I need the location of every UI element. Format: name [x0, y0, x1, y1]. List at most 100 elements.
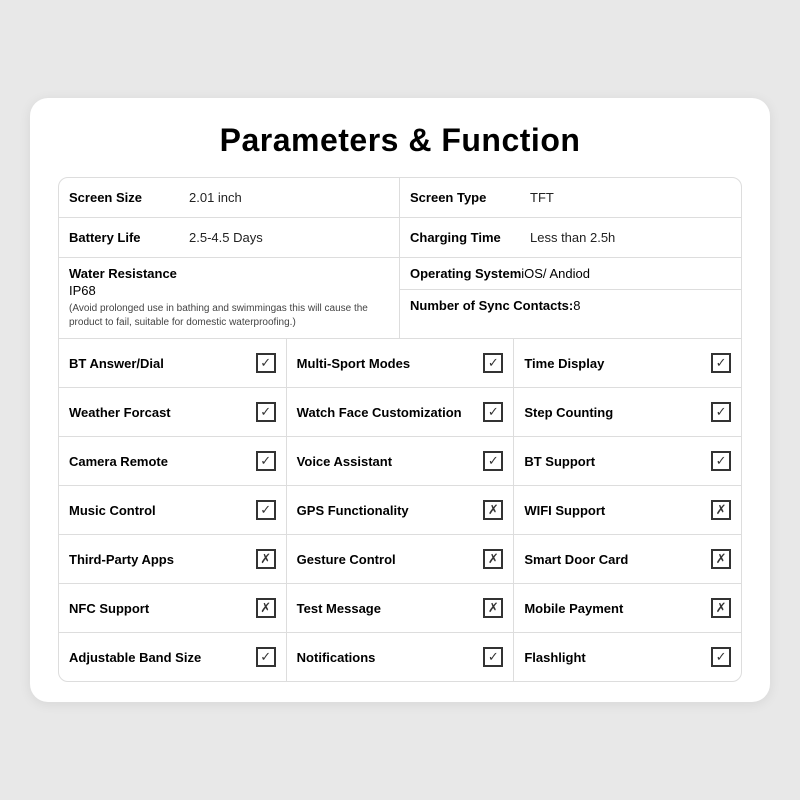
feature-name-2-0: Camera Remote: [69, 454, 250, 469]
feature-cell-2-1: Voice Assistant: [287, 437, 515, 485]
feature-name-4-1: Gesture Control: [297, 552, 478, 567]
feature-cell-6-0: Adjustable Band Size: [59, 633, 287, 681]
check-no-icon: [483, 500, 503, 520]
check-no-icon: [711, 500, 731, 520]
water-resistance-value: IP68: [69, 283, 389, 298]
screen-size-value: 2.01 inch: [179, 178, 252, 217]
feature-cell-2-0: Camera Remote: [59, 437, 287, 485]
feature-name-6-1: Notifications: [297, 650, 478, 665]
check-no-icon: [711, 598, 731, 618]
water-resistance-label: Water Resistance: [69, 266, 389, 281]
feature-name-3-0: Music Control: [69, 503, 250, 518]
feature-name-1-2: Step Counting: [524, 405, 705, 420]
screen-type-label: Screen Type: [400, 178, 520, 217]
feature-cell-0-2: Time Display: [514, 339, 741, 387]
check-yes-icon: [483, 451, 503, 471]
feature-row-0: BT Answer/Dial Multi-Sport Modes Time Disp…: [59, 339, 741, 388]
feature-name-2-1: Voice Assistant: [297, 454, 478, 469]
feature-cell-1-2: Step Counting: [514, 388, 741, 436]
check-no-icon: [711, 549, 731, 569]
check-yes-icon: [711, 402, 731, 422]
feature-cell-5-0: NFC Support: [59, 584, 287, 632]
feature-name-1-0: Weather Forcast: [69, 405, 250, 420]
params-table: Screen Size 2.01 inch Screen Type TFT Ba…: [58, 177, 742, 682]
check-yes-icon: [711, 353, 731, 373]
spec-right-1: Screen Type TFT: [400, 178, 741, 217]
feature-grid: BT Answer/Dial Multi-Sport Modes Time Disp…: [59, 339, 741, 681]
battery-life-value: 2.5-4.5 Days: [179, 218, 273, 257]
feature-cell-5-2: Mobile Payment: [514, 584, 741, 632]
battery-life-label: Battery Life: [59, 218, 179, 257]
main-card: Parameters & Function Screen Size 2.01 i…: [30, 98, 770, 702]
feature-cell-1-1: Watch Face Customization: [287, 388, 515, 436]
os-label: Operating System: [410, 266, 521, 281]
feature-name-5-2: Mobile Payment: [524, 601, 705, 616]
spec-row-1: Screen Size 2.01 inch Screen Type TFT: [59, 178, 741, 218]
feature-row-1: Weather Forcast Watch Face Customization S…: [59, 388, 741, 437]
screen-size-label: Screen Size: [59, 178, 179, 217]
feature-name-0-1: Multi-Sport Modes: [297, 356, 478, 371]
feature-cell-3-1: GPS Functionality: [287, 486, 515, 534]
spec-left-1: Screen Size 2.01 inch: [59, 178, 400, 217]
spec-row-2: Battery Life 2.5-4.5 Days Charging Time …: [59, 218, 741, 258]
spec-right-2: Charging Time Less than 2.5h: [400, 218, 741, 257]
water-resistance-cell: Water Resistance IP68 (Avoid prolonged u…: [59, 258, 400, 338]
check-yes-icon: [711, 647, 731, 667]
feature-name-4-0: Third-Party Apps: [69, 552, 250, 567]
feature-name-3-2: WIFI Support: [524, 503, 705, 518]
feature-name-5-1: Test Message: [297, 601, 478, 616]
spec-left-2: Battery Life 2.5-4.5 Days: [59, 218, 400, 257]
check-yes-icon: [256, 402, 276, 422]
check-yes-icon: [711, 451, 731, 471]
feature-cell-4-0: Third-Party Apps: [59, 535, 287, 583]
feature-name-4-2: Smart Door Card: [524, 552, 705, 567]
check-no-icon: [256, 549, 276, 569]
feature-cell-4-2: Smart Door Card: [514, 535, 741, 583]
feature-cell-6-2: Flashlight: [514, 633, 741, 681]
feature-name-0-0: BT Answer/Dial: [69, 356, 250, 371]
check-yes-icon: [483, 647, 503, 667]
check-yes-icon: [256, 647, 276, 667]
feature-cell-1-0: Weather Forcast: [59, 388, 287, 436]
check-yes-icon: [256, 451, 276, 471]
feature-name-1-1: Watch Face Customization: [297, 405, 478, 420]
feature-name-6-0: Adjustable Band Size: [69, 650, 250, 665]
feature-row-6: Adjustable Band Size Notifications Flashli…: [59, 633, 741, 681]
feature-cell-5-1: Test Message: [287, 584, 515, 632]
sync-value: 8: [573, 298, 580, 313]
check-yes-icon: [483, 402, 503, 422]
feature-name-5-0: NFC Support: [69, 601, 250, 616]
os-sync-cell: Operating System iOS/ Andiod Number of S…: [400, 258, 741, 338]
feature-cell-4-1: Gesture Control: [287, 535, 515, 583]
check-yes-icon: [256, 353, 276, 373]
spec-row-3: Water Resistance IP68 (Avoid prolonged u…: [59, 258, 741, 339]
charging-time-label: Charging Time: [400, 218, 520, 257]
water-resistance-note: (Avoid prolonged use in bathing and swim…: [69, 302, 389, 330]
feature-cell-0-0: BT Answer/Dial: [59, 339, 287, 387]
os-row: Operating System iOS/ Andiod: [400, 258, 741, 290]
feature-row-2: Camera Remote Voice Assistant BT Support: [59, 437, 741, 486]
feature-row-3: Music Control GPS Functionality WIFI Suppo…: [59, 486, 741, 535]
check-no-icon: [256, 598, 276, 618]
feature-cell-3-2: WIFI Support: [514, 486, 741, 534]
feature-row-4: Third-Party Apps Gesture Control Smart Doo…: [59, 535, 741, 584]
feature-name-6-2: Flashlight: [524, 650, 705, 665]
check-yes-icon: [256, 500, 276, 520]
feature-row-5: NFC Support Test Message Mobile Payment: [59, 584, 741, 633]
charging-time-value: Less than 2.5h: [520, 218, 625, 257]
feature-cell-6-1: Notifications: [287, 633, 515, 681]
feature-cell-0-1: Multi-Sport Modes: [287, 339, 515, 387]
feature-cell-2-2: BT Support: [514, 437, 741, 485]
check-no-icon: [483, 549, 503, 569]
page-title: Parameters & Function: [58, 122, 742, 159]
screen-type-value: TFT: [520, 178, 564, 217]
sync-row: Number of Sync Contacts: 8: [400, 290, 741, 321]
feature-name-3-1: GPS Functionality: [297, 503, 478, 518]
feature-name-0-2: Time Display: [524, 356, 705, 371]
sync-label: Number of Sync Contacts:: [410, 298, 573, 313]
check-yes-icon: [483, 353, 503, 373]
feature-cell-3-0: Music Control: [59, 486, 287, 534]
os-value: iOS/ Andiod: [521, 266, 590, 281]
check-no-icon: [483, 598, 503, 618]
feature-name-2-2: BT Support: [524, 454, 705, 469]
